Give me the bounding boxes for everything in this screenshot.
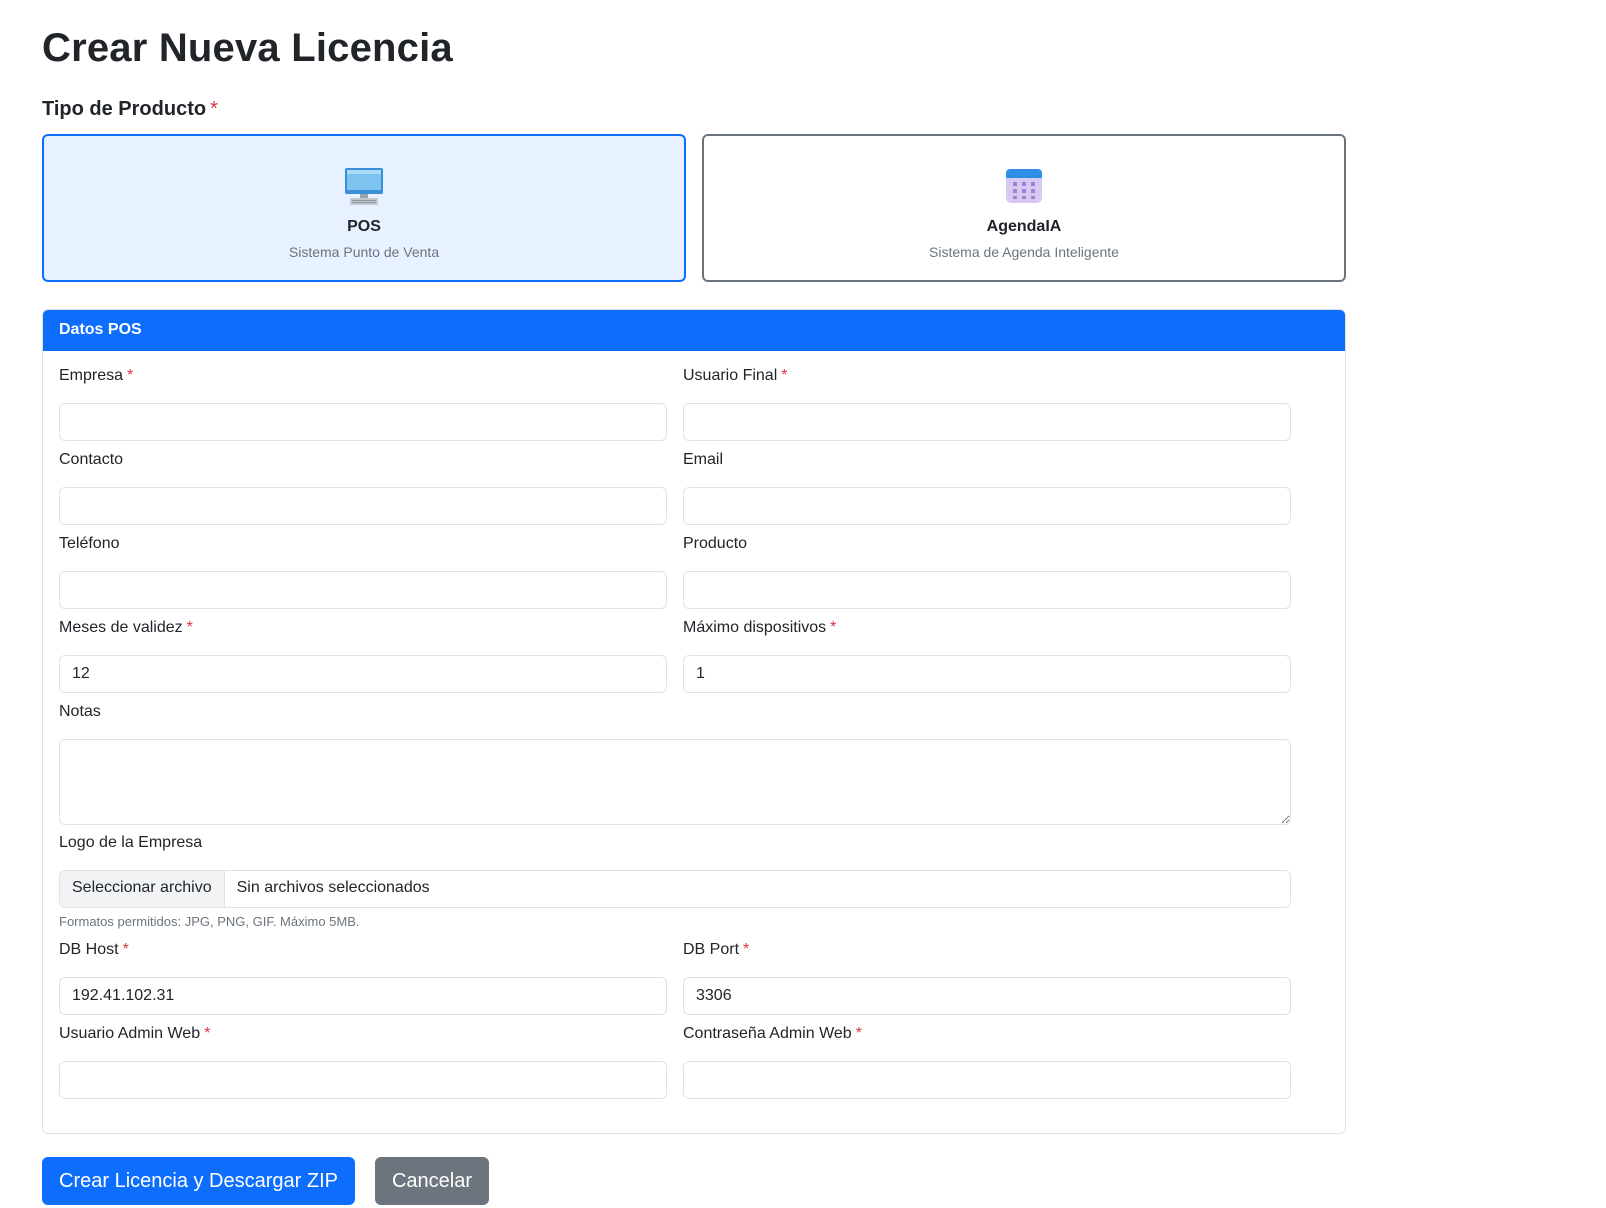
product-type-options: POS Sistema Punto de Venta AgendaIA Sist… bbox=[42, 134, 1346, 282]
producto-field: Producto bbox=[683, 535, 1291, 609]
logo-field: Logo de la Empresa Seleccionar archivo S… bbox=[59, 834, 1291, 929]
contacto-field: Contacto bbox=[59, 451, 667, 525]
product-option-pos[interactable]: POS Sistema Punto de Venta bbox=[42, 134, 686, 282]
required-mark: * bbox=[743, 941, 750, 958]
product-description: Sistema de Agenda Inteligente bbox=[929, 244, 1119, 260]
pos-data-card: Datos POS Empresa * Usuario Final * Contac… bbox=[42, 309, 1346, 1134]
max-dispositivos-input[interactable] bbox=[683, 655, 1291, 693]
product-name: POS bbox=[347, 218, 381, 235]
db-port-input[interactable] bbox=[683, 977, 1291, 1015]
required-mark: * bbox=[830, 619, 837, 636]
email-field: Email bbox=[683, 451, 1291, 525]
field-label: Email bbox=[683, 451, 724, 468]
contacto-input[interactable] bbox=[59, 487, 667, 525]
field-label: Producto bbox=[683, 535, 748, 552]
field-label: DB Port * bbox=[683, 941, 750, 958]
field-label: Logo de la Empresa bbox=[59, 834, 203, 851]
page-title: Crear Nueva Licencia bbox=[42, 26, 453, 70]
required-mark: * bbox=[186, 619, 193, 636]
empresa-field: Empresa * bbox=[59, 367, 667, 441]
calendar-icon bbox=[1006, 169, 1042, 203]
field-label: Máximo dispositivos * bbox=[683, 619, 837, 636]
form-actions: Crear Licencia y Descargar ZIP Cancelar bbox=[42, 1157, 490, 1205]
field-label: Notas bbox=[59, 703, 101, 720]
required-mark: * bbox=[127, 367, 134, 384]
db-host-field: DB Host * bbox=[59, 941, 667, 1015]
usuario-admin-web-field: Usuario Admin Web * bbox=[59, 1025, 667, 1099]
field-label: Teléfono bbox=[59, 535, 120, 552]
telefono-input[interactable] bbox=[59, 571, 667, 609]
required-mark: * bbox=[122, 941, 129, 958]
notas-textarea[interactable] bbox=[59, 739, 1291, 825]
producto-input[interactable] bbox=[683, 571, 1291, 609]
db-host-input[interactable] bbox=[59, 977, 667, 1015]
logo-file-input[interactable]: Seleccionar archivo Sin archivos selecci… bbox=[59, 870, 1291, 908]
field-label: Usuario Admin Web * bbox=[59, 1025, 211, 1042]
usuario-final-input[interactable] bbox=[683, 403, 1291, 441]
meses-validez-field: Meses de validez * bbox=[59, 619, 667, 693]
usuario-admin-web-input[interactable] bbox=[59, 1061, 667, 1099]
computer-icon bbox=[345, 168, 383, 205]
max-dispositivos-field: Máximo dispositivos * bbox=[683, 619, 1291, 693]
telefono-field: Teléfono bbox=[59, 535, 667, 609]
required-mark: * bbox=[210, 98, 218, 120]
field-label: Meses de validez * bbox=[59, 619, 193, 636]
product-option-agendaia[interactable]: AgendaIA Sistema de Agenda Inteligente bbox=[702, 134, 1346, 282]
usuario-final-field: Usuario Final * bbox=[683, 367, 1291, 441]
required-mark: * bbox=[855, 1025, 862, 1042]
notas-field: Notas bbox=[59, 703, 1291, 825]
product-type-label: Tipo de Producto * bbox=[42, 98, 218, 121]
field-label: Contraseña Admin Web * bbox=[683, 1025, 862, 1042]
product-description: Sistema Punto de Venta bbox=[288, 244, 440, 260]
contrasena-admin-web-input[interactable] bbox=[683, 1061, 1291, 1099]
card-header: Datos POS bbox=[43, 310, 1345, 351]
contrasena-admin-web-field: Contraseña Admin Web * bbox=[683, 1025, 1291, 1099]
cancel-button[interactable]: Cancelar bbox=[374, 1157, 490, 1205]
field-label: Usuario Final * bbox=[683, 367, 788, 384]
select-file-button[interactable]: Seleccionar archivo bbox=[60, 871, 225, 907]
email-input[interactable] bbox=[683, 487, 1291, 525]
file-status: Sin archivos seleccionados bbox=[236, 879, 430, 896]
create-license-button[interactable]: Crear Licencia y Descargar ZIP bbox=[42, 1157, 355, 1205]
logo-help-text: Formatos permitidos: JPG, PNG, GIF. Máxi… bbox=[59, 914, 360, 929]
meses-validez-input[interactable] bbox=[59, 655, 667, 693]
product-type-label-text: Tipo de Producto bbox=[42, 98, 207, 120]
empresa-input[interactable] bbox=[59, 403, 667, 441]
field-label: Contacto bbox=[59, 451, 124, 468]
db-port-field: DB Port * bbox=[683, 941, 1291, 1015]
field-label: Empresa * bbox=[59, 367, 134, 384]
product-name: AgendaIA bbox=[986, 218, 1062, 235]
required-mark: * bbox=[781, 367, 788, 384]
field-label: DB Host * bbox=[59, 941, 129, 958]
required-mark: * bbox=[204, 1025, 211, 1042]
